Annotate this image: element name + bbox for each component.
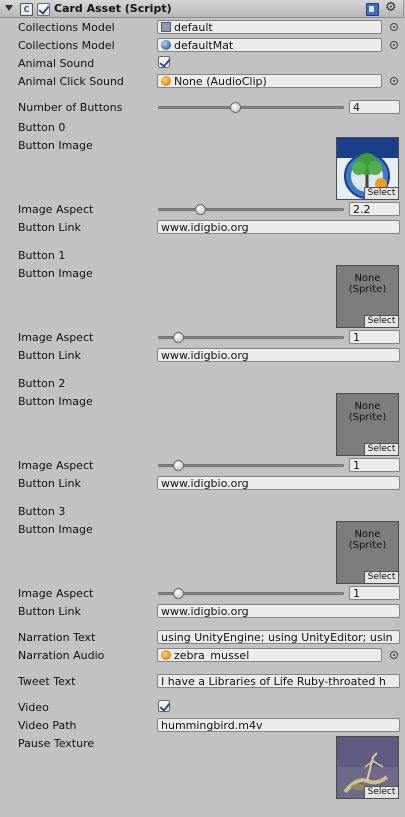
slider-thumb[interactable]	[194, 204, 206, 215]
select-button[interactable]: Select	[364, 786, 398, 798]
image-aspect-slider[interactable]	[158, 460, 344, 471]
video-path-label: Video Path	[18, 719, 77, 732]
select-button[interactable]: Select	[364, 187, 398, 199]
number-of-buttons-label: Number of Buttons	[18, 101, 123, 114]
animal-click-sound-value: None (AudioClip)	[174, 75, 267, 88]
button-link-input[interactable]: www.idigbio.org	[157, 348, 400, 362]
button-link-label: Button Link	[18, 477, 81, 490]
tweet-text-input[interactable]: I have a Libraries of Life Ruby-throated…	[157, 674, 400, 688]
select-button[interactable]: Select	[364, 443, 398, 455]
button-image-label: Button Image	[18, 395, 93, 408]
collections-model-value: default	[174, 21, 213, 34]
image-aspect-input[interactable]: 2.2	[349, 202, 400, 216]
mesh-icon	[161, 22, 171, 32]
slider-thumb[interactable]	[230, 102, 242, 113]
button-image-thumbnail[interactable]: Select	[336, 137, 399, 200]
button-image-label: Button Image	[18, 523, 93, 536]
audio-clip-icon	[161, 76, 171, 86]
none-sprite-text: None (Sprite)	[348, 529, 387, 551]
button-image-thumbnail[interactable]: None (Sprite) Select	[336, 521, 399, 584]
button-image-thumbnail[interactable]: None (Sprite) Select	[336, 265, 399, 328]
slider-thumb[interactable]	[172, 460, 184, 471]
component-enabled-checkbox[interactable]	[37, 3, 50, 16]
button-image-label: Button Image	[18, 267, 93, 280]
button-heading: Button 2	[18, 377, 66, 390]
none-sprite-text: None (Sprite)	[348, 401, 387, 423]
image-aspect-label: Image Aspect	[18, 203, 94, 216]
narration-text-input[interactable]: using UnityEngine; using UnityEditor; us…	[157, 630, 400, 644]
animal-click-sound-field[interactable]: None (AudioClip)	[157, 74, 382, 88]
pause-texture-thumbnail[interactable]: Select	[336, 736, 399, 799]
checkmark-icon	[159, 700, 171, 712]
animal-click-sound-label: Animal Click Sound	[18, 75, 124, 88]
inspector-panel: C Card Asset (Script) ⚙ Collections Mode…	[0, 0, 405, 817]
slider-thumb[interactable]	[172, 588, 184, 599]
narration-audio-label: Narration Audio	[18, 649, 105, 662]
button-link-input[interactable]: www.idigbio.org	[157, 476, 400, 490]
none-sprite-text: None (Sprite)	[348, 273, 387, 295]
image-aspect-label: Image Aspect	[18, 459, 94, 472]
image-aspect-input[interactable]: 1	[349, 458, 400, 472]
collections-model-field[interactable]: default	[157, 20, 382, 34]
help-book-icon[interactable]	[366, 3, 379, 16]
collections-model-material-field[interactable]: defaultMat	[157, 38, 382, 52]
image-aspect-slider[interactable]	[158, 204, 344, 215]
button-image-thumbnail[interactable]: None (Sprite) Select	[336, 393, 399, 456]
video-checkbox[interactable]	[158, 700, 171, 712]
slider-thumb[interactable]	[172, 332, 184, 343]
image-aspect-input[interactable]: 1	[349, 586, 400, 600]
image-aspect-label: Image Aspect	[18, 331, 94, 344]
checkmark-icon	[38, 3, 50, 15]
select-button[interactable]: Select	[364, 315, 398, 327]
button-link-input[interactable]: www.idigbio.org	[157, 604, 400, 618]
foldout-arrow-icon[interactable]	[5, 5, 13, 11]
image-aspect-slider[interactable]	[158, 588, 344, 599]
image-aspect-slider[interactable]	[158, 332, 344, 343]
collections-model-material-label: Collections Model	[18, 39, 115, 52]
object-picker-icon[interactable]	[390, 77, 398, 85]
video-path-input[interactable]: hummingbird.m4v	[157, 718, 400, 732]
tweet-text-label: Tweet Text	[18, 675, 76, 688]
checkmark-icon	[159, 56, 171, 68]
select-button[interactable]: Select	[364, 571, 398, 583]
object-picker-icon[interactable]	[390, 651, 398, 659]
number-of-buttons-input[interactable]: 4	[349, 100, 400, 114]
component-title: Card Asset (Script)	[54, 2, 172, 15]
object-picker-icon[interactable]	[390, 23, 398, 31]
number-of-buttons-slider[interactable]	[158, 102, 344, 113]
object-picker-icon[interactable]	[390, 41, 398, 49]
button-link-label: Button Link	[18, 221, 81, 234]
button-link-input[interactable]: www.idigbio.org	[157, 220, 400, 234]
button-link-label: Button Link	[18, 605, 81, 618]
material-sphere-icon	[161, 40, 171, 50]
narration-audio-field[interactable]: zebra_mussel	[157, 648, 382, 662]
video-label: Video	[18, 701, 49, 714]
component-header[interactable]: C Card Asset (Script) ⚙	[0, 0, 404, 18]
button-image-label: Button Image	[18, 139, 93, 152]
pause-texture-label: Pause Texture	[18, 737, 95, 750]
button-heading: Button 1	[18, 249, 66, 262]
gear-icon[interactable]: ⚙	[385, 1, 397, 15]
collections-model-material-value: defaultMat	[174, 39, 234, 52]
animal-sound-checkbox[interactable]	[158, 56, 171, 68]
narration-text-label: Narration Text	[18, 631, 96, 644]
button-link-label: Button Link	[18, 349, 81, 362]
animal-sound-label: Animal Sound	[18, 57, 95, 70]
image-aspect-label: Image Aspect	[18, 587, 94, 600]
narration-audio-value: zebra_mussel	[174, 649, 250, 662]
image-aspect-input[interactable]: 1	[349, 330, 400, 344]
button-heading: Button 0	[18, 121, 66, 134]
collections-model-label: Collections Model	[18, 21, 115, 34]
button-heading: Button 3	[18, 505, 66, 518]
audio-clip-icon	[161, 650, 171, 660]
script-icon: C	[20, 3, 33, 16]
